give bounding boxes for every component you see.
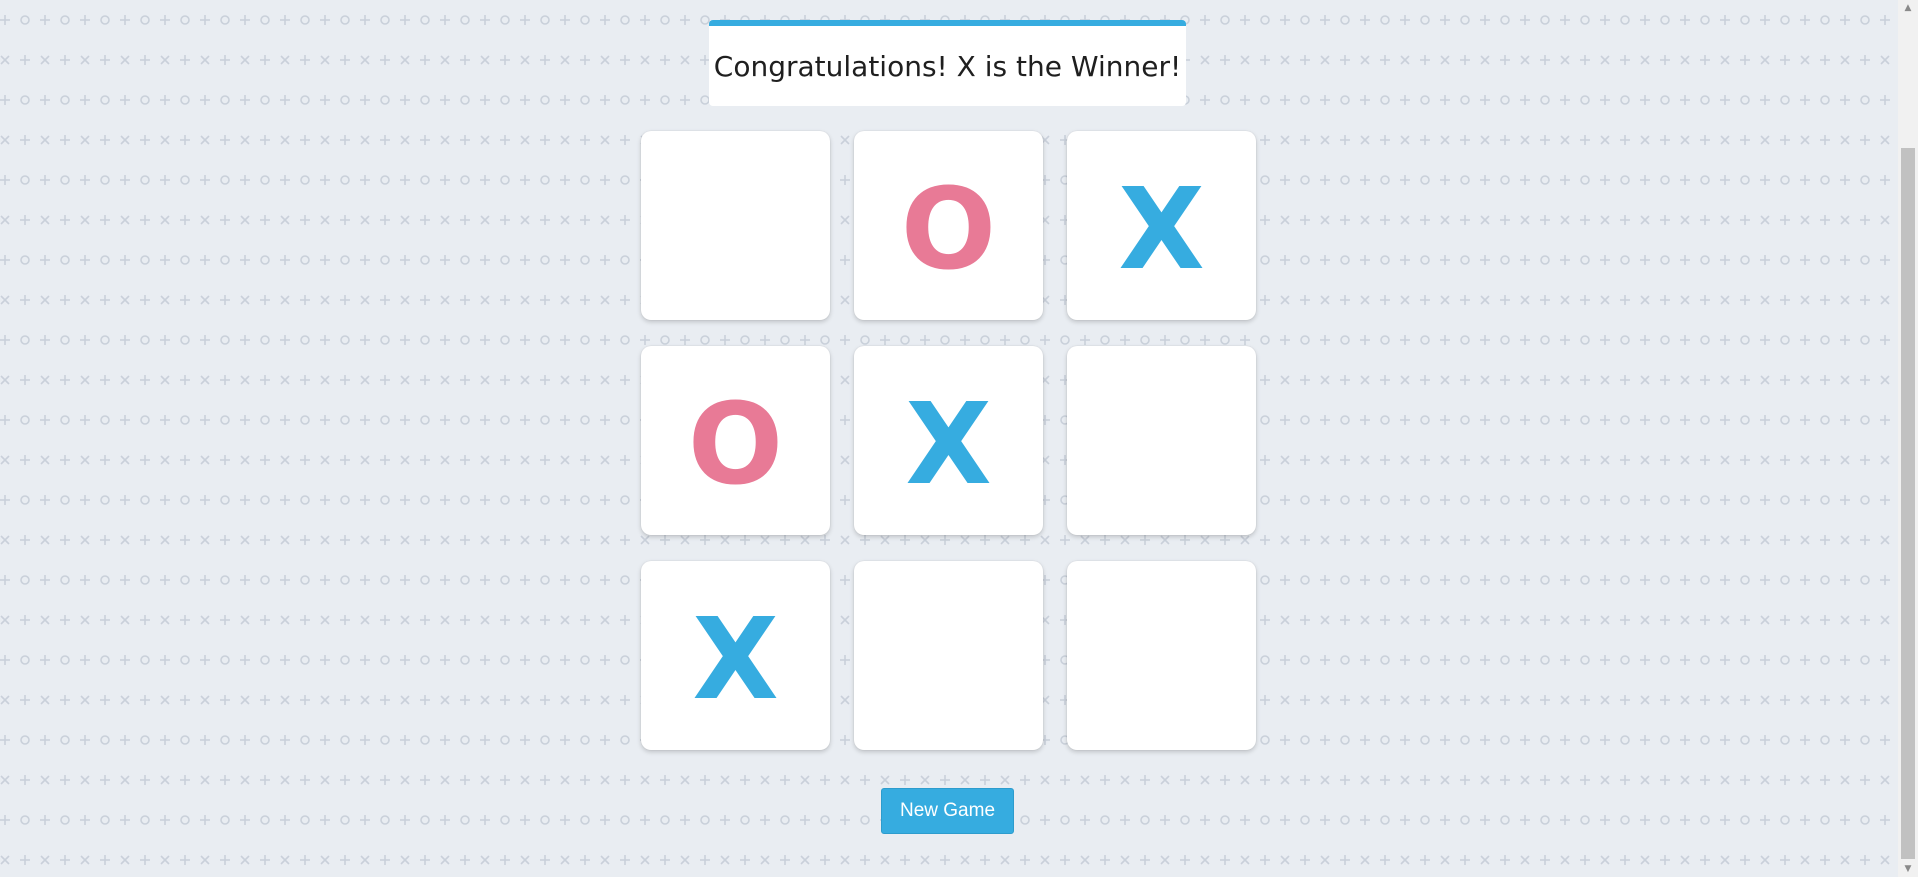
scroll-down-icon[interactable]: ▼ (1898, 861, 1918, 877)
board-cell-9[interactable] (1067, 561, 1256, 750)
cell-mark: X (905, 379, 992, 510)
cell-mark: X (1118, 164, 1205, 295)
vertical-scrollbar[interactable]: ▲ ▼ (1898, 0, 1918, 877)
board-cell-1[interactable] (641, 131, 830, 320)
board-cell-2[interactable]: O (854, 131, 1043, 320)
board-cell-6[interactable] (1067, 346, 1256, 535)
cell-mark: O (687, 379, 784, 510)
winner-message: Congratulations! X is the Winner! (713, 49, 1182, 83)
board-cell-7[interactable]: X (641, 561, 830, 750)
winner-banner: Congratulations! X is the Winner! (709, 20, 1186, 106)
game-page: Congratulations! X is the Winner! O X O … (0, 0, 1898, 877)
board-cell-8[interactable] (854, 561, 1043, 750)
scroll-up-icon[interactable]: ▲ (1898, 0, 1918, 16)
cell-mark: X (692, 594, 779, 725)
board-cell-3[interactable]: X (1067, 131, 1256, 320)
cell-mark: O (900, 164, 997, 295)
scrollbar-thumb[interactable] (1901, 148, 1915, 859)
board-cell-5[interactable]: X (854, 346, 1043, 535)
board-cell-4[interactable]: O (641, 346, 830, 535)
game-board: O X O X X (641, 131, 1256, 751)
new-game-button[interactable]: New Game (881, 788, 1014, 834)
